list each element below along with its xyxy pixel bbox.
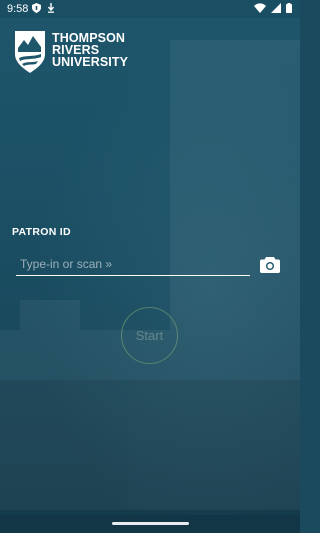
home-indicator[interactable] [112,522,189,525]
start-button[interactable]: Start [121,307,178,364]
scan-camera-button[interactable] [259,254,281,274]
wifi-icon [254,3,266,13]
tru-crest-icon [15,31,45,73]
battery-icon [286,3,292,13]
signal-icon [271,3,281,13]
status-bar: 9:58 [0,0,300,18]
patron-id-label: PATRON ID [12,226,71,238]
download-icon [47,3,55,13]
logo-line-university: UNIVERSITY [52,55,129,69]
status-time: 9:58 [7,3,29,15]
navigation-bar [0,515,300,533]
patron-id-input[interactable] [16,253,250,276]
camera-icon [260,256,280,273]
tru-logo: THOMPSON RIVERS UNIVERSITY [14,30,128,74]
shield-icon [32,3,41,13]
